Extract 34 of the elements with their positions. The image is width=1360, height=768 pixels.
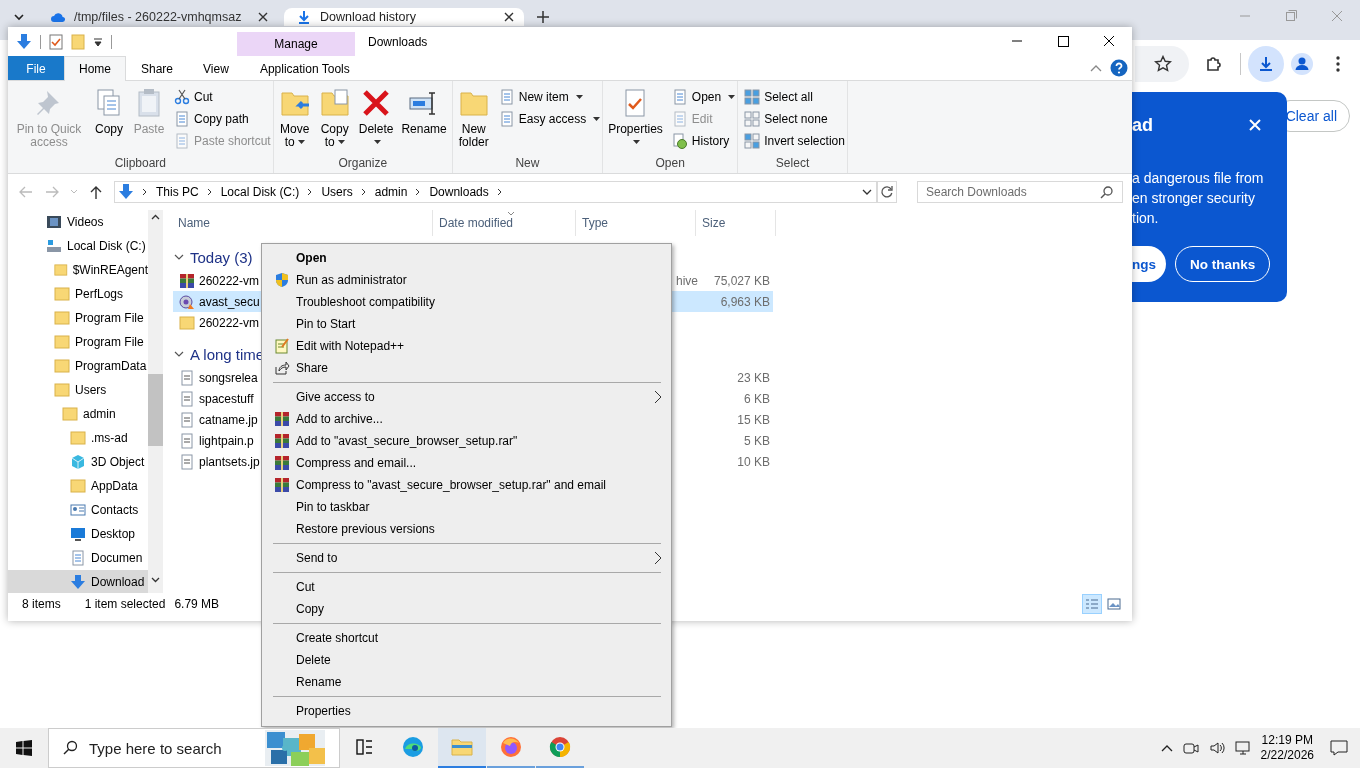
selection-status: 1 item selected <box>84 597 166 611</box>
file-size: 6 KB <box>744 391 770 406</box>
file-name: songsrelea <box>199 370 258 385</box>
file-name: plantsets.jp <box>199 454 260 469</box>
file-name: spacestuff <box>199 391 254 406</box>
file-size: 15 KB <box>737 412 770 427</box>
file-type: hive <box>676 273 698 288</box>
popup-message-line: a dangerous file from <box>1132 169 1265 188</box>
file-name: 260222-vm <box>199 315 260 330</box>
ribbon-group-label: Select <box>774 156 811 172</box>
item-count: 8 items <box>22 597 61 611</box>
tab-title: Download history <box>320 10 417 24</box>
file-name: avast_secu <box>199 294 260 309</box>
file-name: lightpain.p <box>199 433 254 448</box>
file-name: catname.jp <box>199 412 258 427</box>
ribbon-group-label: New <box>514 156 541 172</box>
selection-size: 6.79 MB <box>174 597 220 611</box>
popup-title: ad <box>1132 114 1153 136</box>
ribbon-group-label: Open <box>654 156 686 172</box>
file-size: 75,027 KB <box>713 273 770 288</box>
clock-date: 2/22/2026 <box>1260 748 1314 763</box>
file-size: 5 KB <box>744 433 770 448</box>
ribbon-group-label: Organize <box>337 156 389 172</box>
tab-title: /tmp/files - 260222-vmhqmsaz <box>74 10 243 24</box>
window-title: Downloads <box>368 34 428 49</box>
popup-message-line: en stronger security <box>1132 189 1256 208</box>
ribbon-group-label: Clipboard <box>113 156 168 172</box>
file-size: 10 KB <box>737 454 770 469</box>
popup-message-line: tion. <box>1132 209 1160 228</box>
file-name: 260222-vm <box>199 273 260 288</box>
file-size: 6,963 KB <box>720 294 770 309</box>
clock-time: 12:19 PM <box>1261 733 1313 748</box>
contextual-tab-header: Manage <box>237 32 355 56</box>
file-size: 23 KB <box>737 370 770 385</box>
